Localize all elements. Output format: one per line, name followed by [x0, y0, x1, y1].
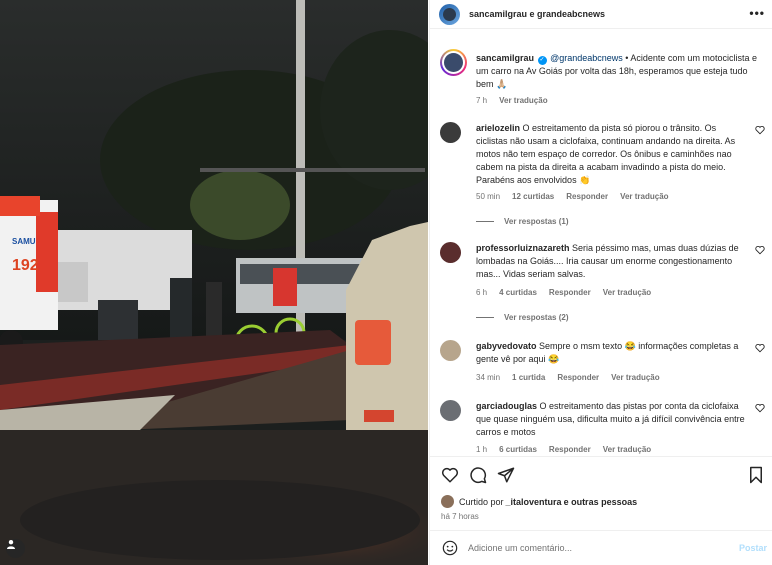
liker-avatar[interactable] [441, 495, 454, 508]
comment-heart-icon[interactable] [755, 125, 765, 135]
view-replies-button[interactable]: Ver respostas (1) [476, 217, 568, 226]
comment-avatar[interactable] [440, 400, 461, 421]
comment-likes[interactable]: 4 curtidas [499, 288, 537, 297]
comment-reply-button[interactable]: Responder [549, 445, 591, 454]
comment-meta: 34 min 1 curtida Responder Ver tradução [476, 373, 660, 382]
comment-translate-link[interactable]: Ver tradução [603, 445, 651, 454]
heart-icon[interactable] [441, 466, 459, 484]
post-time[interactable]: há 7 horas [441, 512, 479, 521]
comment-reply-button[interactable]: Responder [566, 192, 608, 201]
post-actions: Curtido por _italoventura e outras pesso… [430, 456, 772, 530]
view-replies-button[interactable]: Ver respostas (2) [476, 313, 568, 322]
comment-time[interactable]: 6 h [476, 288, 487, 297]
liked-by-prefix: Curtido por [459, 496, 504, 507]
post-header: sancamilgrau e grandeabcnews ••• [430, 0, 772, 29]
comment-heart-icon[interactable] [755, 403, 765, 413]
comment-text: professorluiznazareth Seria péssimo mas,… [476, 242, 746, 281]
comment-translate-link[interactable]: Ver tradução [603, 288, 651, 297]
comment-reply-button[interactable]: Responder [557, 373, 599, 382]
post-comment-button[interactable]: Postar [739, 543, 767, 553]
comment-username[interactable]: professorluiznazareth [476, 243, 570, 253]
comment-avatar[interactable] [440, 122, 461, 143]
ambulance-label: SAMU [12, 237, 36, 246]
view-replies-label: Ver respostas (1) [504, 217, 569, 226]
post-photo[interactable]: 192 SAMU [0, 0, 428, 565]
more-options-icon[interactable]: ••• [749, 6, 765, 20]
caption-time[interactable]: 7 h [476, 96, 487, 105]
comment-username[interactable]: arielozelin [476, 123, 520, 133]
liked-by-others[interactable]: e outras pessoas [564, 497, 638, 507]
comment-username[interactable]: garciadouglas [476, 401, 537, 411]
accident-scene-image: 192 SAMU [0, 0, 428, 565]
author-avatar[interactable] [439, 3, 460, 25]
comment-avatar[interactable] [440, 242, 461, 263]
caption-text: sancamilgrau ✓ @grandeabcnews • Acidente… [476, 52, 766, 91]
comment-meta: 1 h 6 curtidas Responder Ver tradução [476, 445, 651, 454]
comment-translate-link[interactable]: Ver tradução [611, 373, 659, 382]
comment-meta: 50 min 12 curtidas Responder Ver traduçã… [476, 192, 669, 201]
caption-meta: 7 h Ver tradução [476, 96, 548, 105]
comment-input[interactable] [468, 543, 708, 553]
comment-translate-link[interactable]: Ver tradução [620, 192, 668, 201]
caption-username[interactable]: sancamilgrau [476, 53, 534, 63]
share-icon[interactable] [497, 466, 515, 484]
comment-text: garciadouglas O estreitamento das pistas… [476, 400, 746, 439]
add-comment-bar: Postar [430, 530, 772, 565]
comment-icon[interactable] [469, 466, 487, 484]
post-authors[interactable]: sancamilgrau e grandeabcnews [469, 9, 605, 19]
caption-mention[interactable]: @grandeabcnews [550, 53, 623, 63]
ambulance-number: 192 [12, 257, 39, 274]
comment-likes[interactable]: 1 curtida [512, 373, 545, 382]
comment-avatar[interactable] [440, 340, 461, 361]
comment-time[interactable]: 1 h [476, 445, 487, 454]
comment-likes[interactable]: 12 curtidas [512, 192, 554, 201]
caption-avatar[interactable] [440, 49, 467, 76]
verified-badge-icon: ✓ [537, 56, 547, 65]
emoji-icon[interactable] [442, 540, 458, 556]
comment-text: gabyvedovato Sempre o msm texto 😂 inform… [476, 340, 746, 366]
bookmark-icon[interactable] [747, 466, 765, 484]
comment-heart-icon[interactable] [755, 245, 765, 255]
liked-by-user[interactable]: _italoventura [506, 497, 562, 507]
post-side-panel: sancamilgrau e grandeabcnews ••• sancami… [429, 0, 772, 565]
caption-translate-link[interactable]: Ver tradução [499, 96, 547, 105]
comment-heart-icon[interactable] [755, 343, 765, 353]
comment-meta: 6 h 4 curtidas Responder Ver tradução [476, 288, 651, 297]
comment-username[interactable]: gabyvedovato [476, 341, 537, 351]
comment-likes[interactable]: 6 curtidas [499, 445, 537, 454]
view-replies-label: Ver respostas (2) [504, 313, 569, 322]
comment-time[interactable]: 50 min [476, 192, 500, 201]
user-icon [7, 540, 15, 549]
tagged-people-button[interactable] [6, 539, 25, 558]
comment-text: arielozelin O estreitamento da pista só … [476, 122, 746, 187]
liked-by: Curtido por _italoventura e outras pesso… [441, 495, 637, 508]
comment-reply-button[interactable]: Responder [549, 288, 591, 297]
comment-time[interactable]: 34 min [476, 373, 500, 382]
comments-list[interactable]: sancamilgrau ✓ @grandeabcnews • Acidente… [430, 30, 772, 455]
